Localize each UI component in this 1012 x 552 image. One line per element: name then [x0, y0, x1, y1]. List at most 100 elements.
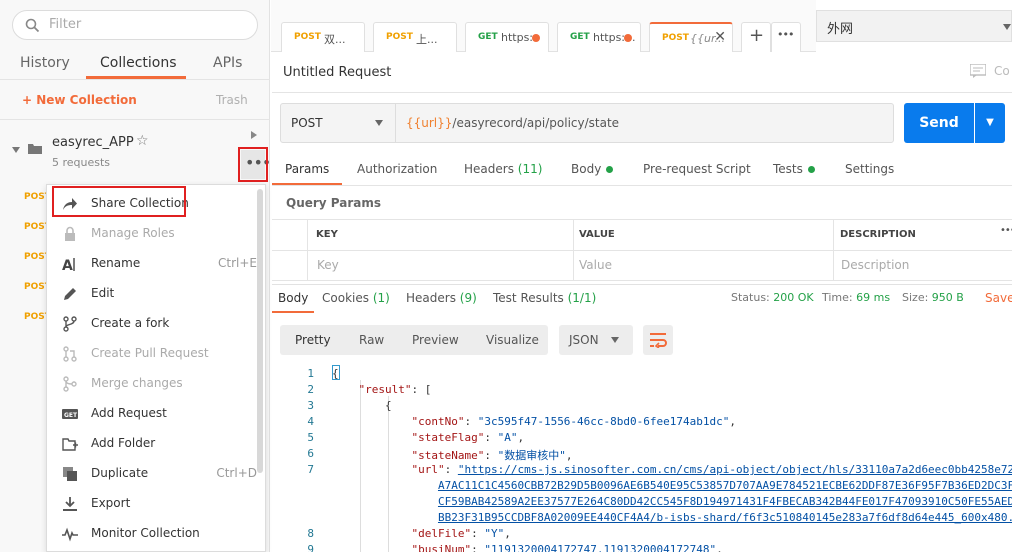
- tab-label: Headers: [406, 291, 456, 305]
- menu-item-label: Add Request: [91, 406, 167, 420]
- save-response-button[interactable]: Save: [985, 291, 1012, 305]
- svg-text:A: A: [62, 258, 73, 272]
- count-badge: (11): [517, 162, 543, 176]
- request-tab[interactable]: GET https:...: [557, 22, 641, 52]
- format-select[interactable]: JSON: [559, 325, 633, 355]
- more-icon[interactable]: •••: [1000, 225, 1012, 236]
- menu-item-rename[interactable]: A Rename Ctrl+E: [47, 249, 257, 279]
- menu-item-add-request[interactable]: GET Add Request: [47, 399, 257, 429]
- view-visualize-button[interactable]: Visualize: [486, 333, 539, 347]
- response-tab-headers[interactable]: Headers (9): [406, 291, 477, 305]
- get-request-icon: GET: [62, 409, 78, 419]
- code-line: A7AC11C1C4560CBB72B29D5B0096AE6B540E95C5…: [437, 479, 1012, 492]
- active-tab-underline: [272, 311, 314, 313]
- size-readout: Size: 950 B: [902, 291, 964, 304]
- tab-authorization[interactable]: Authorization: [357, 162, 437, 176]
- request-tab-active[interactable]: POST {{ur... ✕: [649, 22, 733, 52]
- key-input[interactable]: Key: [317, 258, 339, 272]
- menu-item-manage-roles[interactable]: Manage Roles: [47, 219, 257, 249]
- export-icon: [63, 497, 77, 511]
- send-button[interactable]: Send: [904, 103, 974, 143]
- request-tab[interactable]: GET https:: [465, 22, 549, 52]
- tab-body[interactable]: Body: [571, 162, 614, 176]
- wrap-icon: [650, 333, 667, 348]
- menu-item-label: Monitor Collection: [91, 526, 200, 540]
- tab-headers[interactable]: Headers (11): [464, 162, 542, 176]
- code-line: {: [332, 399, 392, 412]
- caret-down-icon[interactable]: [12, 147, 20, 153]
- menu-item-edit[interactable]: Edit: [47, 279, 257, 309]
- divider: [272, 185, 1012, 186]
- tab-settings[interactable]: Settings: [845, 162, 894, 176]
- menu-item-label: Manage Roles: [91, 226, 175, 240]
- menu-item-label: Add Folder: [91, 436, 156, 450]
- menu-item-merge-changes[interactable]: Merge changes: [47, 369, 257, 399]
- send-options-button[interactable]: ▼: [975, 103, 1005, 143]
- filter-box[interactable]: [12, 10, 258, 40]
- comments-label: Co: [994, 64, 1010, 78]
- view-preview-button[interactable]: Preview: [412, 333, 459, 347]
- size-label: Size:: [902, 291, 929, 304]
- star-icon[interactable]: ☆: [136, 133, 149, 149]
- wrap-lines-button[interactable]: [643, 325, 673, 355]
- comment-icon: [970, 64, 986, 78]
- request-title[interactable]: Untitled Request: [283, 65, 391, 80]
- menu-item-duplicate[interactable]: Duplicate Ctrl+D: [47, 459, 257, 489]
- request-tab[interactable]: POST 双...: [281, 22, 365, 52]
- request-tab[interactable]: POST 上...: [373, 22, 457, 52]
- pencil-icon: [64, 288, 76, 300]
- response-tab-body[interactable]: Body: [278, 291, 308, 305]
- view-pretty-button[interactable]: Pretty: [295, 333, 331, 347]
- response-code-viewer[interactable]: 1 {2 "result": [3 {4 "contNo": "3c595f47-…: [272, 362, 1012, 552]
- menu-item-monitor-collection[interactable]: Monitor Collection: [47, 519, 257, 549]
- tab-prerequest-script[interactable]: Pre-request Script: [643, 162, 751, 176]
- view-raw-button[interactable]: Raw: [359, 333, 384, 347]
- tab-collections[interactable]: Collections: [100, 55, 177, 71]
- method-select[interactable]: POST: [291, 116, 323, 130]
- menu-item-add-folder[interactable]: Add Folder: [47, 429, 257, 459]
- caret-right-icon[interactable]: [251, 131, 257, 139]
- divider: [272, 92, 1012, 93]
- fork-icon: [63, 316, 77, 332]
- tab-name: https:: [501, 31, 534, 44]
- menu-item-export[interactable]: Export: [47, 489, 257, 519]
- menu-item-label: Create a fork: [91, 316, 170, 330]
- tab-label: Body: [571, 162, 602, 176]
- line-number: 7: [307, 463, 314, 476]
- response-tab-test-results[interactable]: Test Results (1/1): [493, 291, 596, 305]
- url-input[interactable]: {{url}}/easyrecord/api/policy/state: [406, 116, 619, 130]
- menu-scrollbar[interactable]: [257, 189, 263, 473]
- monitor-icon: [62, 527, 78, 542]
- line-number: 6: [307, 447, 314, 460]
- menu-item-create-pull-request[interactable]: Create Pull Request: [47, 339, 257, 369]
- search-icon: [25, 18, 40, 33]
- environment-select[interactable]: 外网: [816, 10, 1012, 42]
- count-badge: (1/1): [567, 291, 597, 305]
- line-number: 3: [307, 399, 314, 412]
- tab-method: GET: [570, 32, 590, 42]
- response-tab-cookies[interactable]: Cookies (1): [322, 291, 390, 305]
- caret-down-icon[interactable]: [375, 120, 383, 126]
- code-line: {: [332, 367, 339, 380]
- close-icon[interactable]: ✕: [714, 29, 726, 45]
- tab-params[interactable]: Params: [285, 162, 329, 176]
- trash-link[interactable]: Trash: [216, 93, 248, 107]
- divider: [307, 219, 308, 281]
- highlight-box: [238, 147, 268, 182]
- new-collection-button[interactable]: + New Collection: [22, 93, 137, 107]
- tab-tests[interactable]: Tests: [773, 162, 815, 176]
- tab-history[interactable]: History: [20, 55, 70, 71]
- unsaved-dot-icon: [532, 34, 540, 42]
- caret-down-icon: [611, 337, 619, 343]
- svg-text:GET: GET: [64, 412, 78, 419]
- menu-item-create-fork[interactable]: Create a fork: [47, 309, 257, 339]
- code-line: "stateName": "数据审核中",: [411, 449, 573, 462]
- tabs-more-button[interactable]: •••: [771, 22, 801, 52]
- tab-apis[interactable]: APIs: [213, 55, 242, 71]
- value-input[interactable]: Value: [579, 258, 612, 272]
- menu-item-label: Duplicate: [91, 466, 149, 480]
- filter-input[interactable]: [49, 17, 249, 32]
- description-input[interactable]: Description: [841, 258, 909, 272]
- new-tab-button[interactable]: +: [741, 22, 771, 52]
- highlight-box: [52, 186, 186, 217]
